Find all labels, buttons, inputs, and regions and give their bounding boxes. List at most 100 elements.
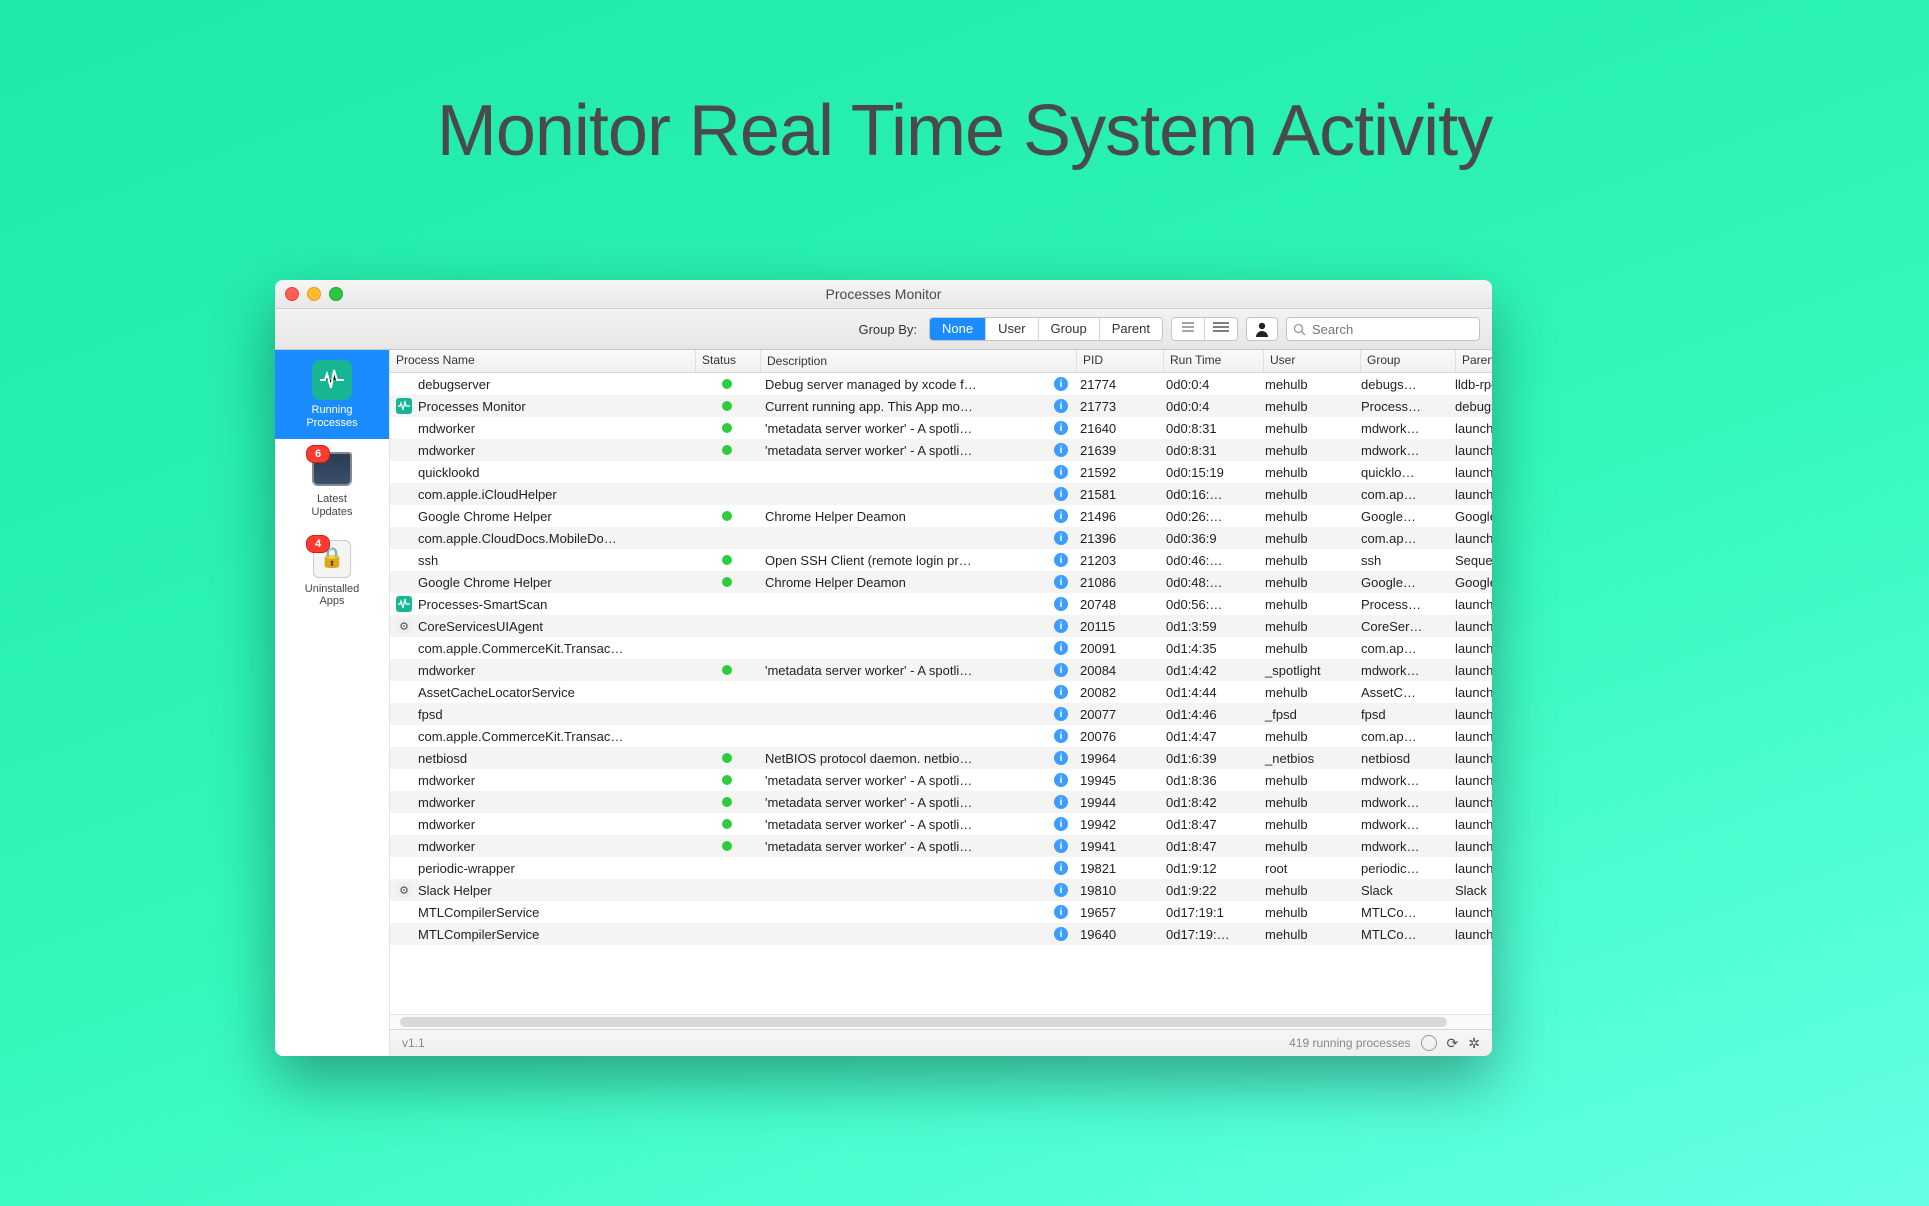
uninstalled-badge: 4 xyxy=(306,535,330,553)
table-row[interactable]: debugserverDebug server managed by xcode… xyxy=(390,373,1492,395)
info-icon[interactable]: i xyxy=(1054,377,1068,391)
col-header-user[interactable]: User xyxy=(1264,350,1361,372)
view-list-left-button[interactable] xyxy=(1172,318,1205,340)
info-icon[interactable]: i xyxy=(1054,663,1068,677)
col-header-runtime[interactable]: Run Time xyxy=(1164,350,1264,372)
sidebar-item-uninstalled-apps[interactable]: 🔒 4 UninstalledApps xyxy=(275,529,389,618)
process-runtime: 0d1:4:44 xyxy=(1160,685,1259,700)
process-description: Debug server managed by xcode f… xyxy=(765,377,1050,392)
table-row[interactable]: com.apple.iCloudHelperi215810d0:16:…mehu… xyxy=(390,483,1492,505)
table-row[interactable]: Processes MonitorCurrent running app. Th… xyxy=(390,395,1492,417)
table-row[interactable]: com.apple.CommerceKit.Transac…i200910d1:… xyxy=(390,637,1492,659)
reload-button[interactable]: ⟳ xyxy=(1447,1035,1459,1052)
col-header-status[interactable]: Status xyxy=(696,350,761,372)
info-icon[interactable]: i xyxy=(1054,905,1068,919)
process-user: mehulb xyxy=(1259,905,1355,920)
table-row[interactable]: quicklookdi215920d0:15:19mehulbquicklo…l… xyxy=(390,461,1492,483)
table-row[interactable]: mdworker'metadata server worker' - A spo… xyxy=(390,439,1492,461)
table-row[interactable]: netbiosdNetBIOS protocol daemon. netbio…… xyxy=(390,747,1492,769)
info-icon[interactable]: i xyxy=(1054,751,1068,765)
col-header-pid[interactable]: PID xyxy=(1077,350,1164,372)
info-icon[interactable]: i xyxy=(1054,729,1068,743)
table-row[interactable]: AssetCacheLocatorServicei200820d1:4:44me… xyxy=(390,681,1492,703)
table-row[interactable]: sshOpen SSH Client (remote login pr…i212… xyxy=(390,549,1492,571)
view-list-right-button[interactable] xyxy=(1205,318,1237,340)
user-filter-button[interactable] xyxy=(1246,317,1278,341)
process-count-label: 419 running processes xyxy=(1289,1036,1410,1050)
col-header-group[interactable]: Group xyxy=(1361,350,1456,372)
table-row[interactable]: mdworker'metadata server worker' - A spo… xyxy=(390,769,1492,791)
settings-gear-icon[interactable]: ✲ xyxy=(1468,1035,1480,1052)
table-row[interactable]: com.apple.CommerceKit.Transac…i200760d1:… xyxy=(390,725,1492,747)
process-user: mehulb xyxy=(1259,927,1355,942)
process-icon xyxy=(396,464,412,480)
group-by-group-button[interactable]: Group xyxy=(1039,318,1100,340)
process-user: mehulb xyxy=(1259,597,1355,612)
info-icon[interactable]: i xyxy=(1054,641,1068,655)
process-icon xyxy=(396,420,412,436)
process-parent: Google… xyxy=(1449,575,1492,590)
info-icon[interactable]: i xyxy=(1054,883,1068,897)
table-row[interactable]: Google Chrome HelperChrome Helper Deamon… xyxy=(390,505,1492,527)
table-row[interactable]: MTLCompilerServicei196400d17:19:…mehulbM… xyxy=(390,923,1492,945)
horizontal-scrollbar[interactable] xyxy=(390,1014,1492,1029)
process-user: mehulb xyxy=(1259,795,1355,810)
info-icon[interactable]: i xyxy=(1054,487,1068,501)
sidebar-item-latest-updates[interactable]: 6 LatestUpdates xyxy=(275,439,389,528)
info-icon[interactable]: i xyxy=(1054,443,1068,457)
table-row[interactable]: mdworker'metadata server worker' - A spo… xyxy=(390,791,1492,813)
group-by-parent-button[interactable]: Parent xyxy=(1100,318,1162,340)
info-icon[interactable]: i xyxy=(1054,465,1068,479)
col-header-desc[interactable]: Description xyxy=(761,350,1077,372)
info-icon[interactable]: i xyxy=(1054,509,1068,523)
process-runtime: 0d0:48:… xyxy=(1160,575,1259,590)
updates-badge: 6 xyxy=(306,445,330,463)
process-parent: Slack xyxy=(1449,883,1492,898)
process-name: mdworker xyxy=(418,795,475,810)
info-icon[interactable]: i xyxy=(1054,399,1068,413)
scrollbar-thumb[interactable] xyxy=(400,1017,1447,1027)
info-icon[interactable]: i xyxy=(1054,773,1068,787)
table-row[interactable]: com.apple.CloudDocs.MobileDo…i213960d0:3… xyxy=(390,527,1492,549)
process-icon xyxy=(396,926,412,942)
table-row[interactable]: MTLCompilerServicei196570d17:19:1mehulbM… xyxy=(390,901,1492,923)
process-parent: launchd xyxy=(1449,751,1492,766)
info-icon[interactable]: i xyxy=(1054,421,1068,435)
info-icon[interactable]: i xyxy=(1054,531,1068,545)
table-row[interactable]: mdworker'metadata server worker' - A spo… xyxy=(390,659,1492,681)
info-icon[interactable]: i xyxy=(1054,707,1068,721)
process-name: mdworker xyxy=(418,663,475,678)
table-row[interactable]: ⚙CoreServicesUIAgenti201150d1:3:59mehulb… xyxy=(390,615,1492,637)
info-icon[interactable]: i xyxy=(1054,927,1068,941)
list-center-icon xyxy=(1180,321,1196,333)
search-input[interactable] xyxy=(1310,321,1454,338)
group-by-user-button[interactable]: User xyxy=(986,318,1038,340)
info-icon[interactable]: i xyxy=(1054,817,1068,831)
process-name: com.apple.CommerceKit.Transac… xyxy=(418,641,623,656)
info-icon[interactable]: i xyxy=(1054,795,1068,809)
info-icon[interactable]: i xyxy=(1054,839,1068,853)
table-row[interactable]: mdworker'metadata server worker' - A spo… xyxy=(390,813,1492,835)
table-row[interactable]: mdworker'metadata server worker' - A spo… xyxy=(390,835,1492,857)
process-pid: 21774 xyxy=(1074,377,1160,392)
table-row[interactable]: periodic-wrapperi198210d1:9:12rootperiod… xyxy=(390,857,1492,879)
info-icon[interactable]: i xyxy=(1054,597,1068,611)
col-header-parent[interactable]: Parent xyxy=(1456,350,1492,372)
info-icon[interactable]: i xyxy=(1054,619,1068,633)
info-icon[interactable]: i xyxy=(1054,685,1068,699)
group-by-none-button[interactable]: None xyxy=(930,318,986,340)
table-row[interactable]: mdworker'metadata server worker' - A spo… xyxy=(390,417,1492,439)
process-icon xyxy=(396,838,412,854)
info-icon[interactable]: i xyxy=(1054,861,1068,875)
info-icon[interactable]: i xyxy=(1054,575,1068,589)
table-row[interactable]: fpsdi200770d1:4:46_fpsdfpsdlaunchd/Sy xyxy=(390,703,1492,725)
info-icon[interactable]: i xyxy=(1054,553,1068,567)
table-row[interactable]: ⚙Slack Helperi198100d1:9:22mehulbSlackSl… xyxy=(390,879,1492,901)
process-group: debugs… xyxy=(1355,377,1449,392)
process-group: Slack xyxy=(1355,883,1449,898)
table-row[interactable]: Google Chrome HelperChrome Helper Deamon… xyxy=(390,571,1492,593)
table-row[interactable]: Processes-SmartScani207480d0:56:…mehulbP… xyxy=(390,593,1492,615)
search-field[interactable] xyxy=(1286,317,1480,341)
col-header-name[interactable]: Process Name xyxy=(390,350,696,372)
sidebar-item-running-processes[interactable]: RunningProcesses xyxy=(275,350,389,439)
